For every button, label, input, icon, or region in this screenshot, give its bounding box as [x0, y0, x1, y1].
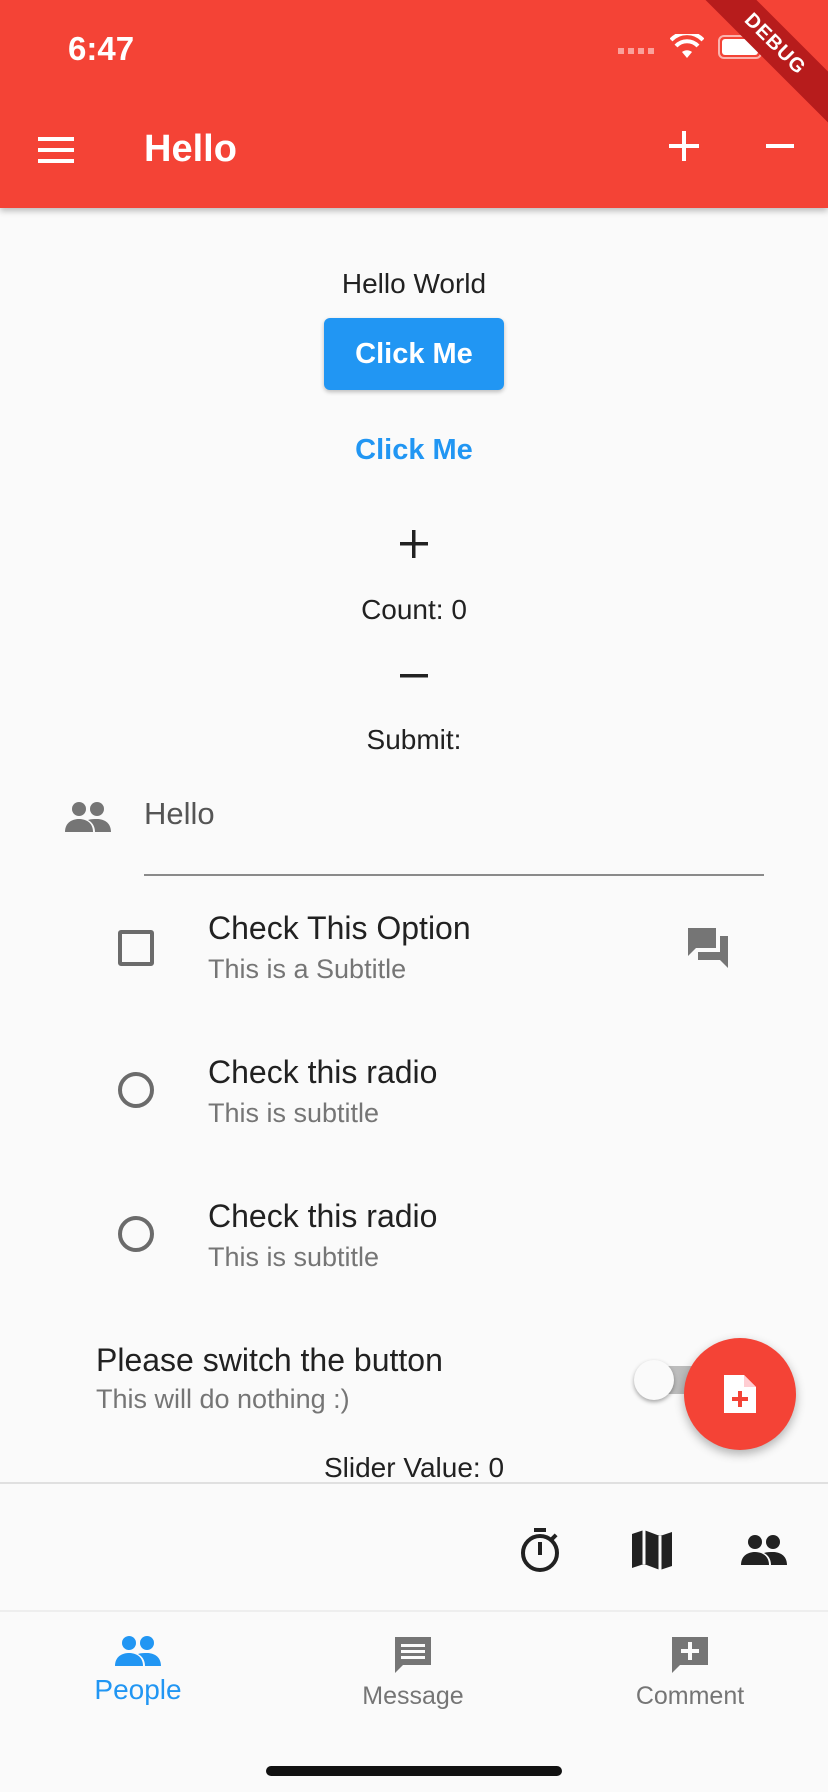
- people-icon: [65, 802, 111, 832]
- bottom-nav-people[interactable]: People: [38, 1620, 238, 1730]
- switch-thumb[interactable]: [634, 1360, 674, 1400]
- add-icon[interactable]: [664, 126, 704, 166]
- slider-value-text: Slider Value: 0: [323, 1452, 505, 1483]
- app-bar-title: Hello: [144, 128, 237, 170]
- status-time: 6:47: [68, 30, 135, 67]
- note-add-fab-button[interactable]: [684, 1338, 796, 1450]
- click-me-flat-button[interactable]: Click Me: [324, 420, 504, 480]
- checkbox-subtitle: This is a Subtitle: [208, 954, 407, 984]
- increment-plus-icon[interactable]: [394, 524, 434, 564]
- radio-button-1[interactable]: [118, 1072, 154, 1108]
- bottom-nav-label-message: Message: [362, 1682, 464, 1710]
- message-icon: [395, 1637, 431, 1673]
- switch-title: Please switch the button: [96, 1342, 443, 1378]
- add-comment-icon: [672, 1637, 708, 1673]
- people-icon: [115, 1636, 161, 1666]
- bottom-area: People Message Comment: [0, 1482, 828, 1792]
- app-bar: 6:47 DEBUG Hello: [0, 0, 828, 208]
- text-field-underline: [144, 874, 764, 876]
- wifi-icon: [670, 34, 704, 58]
- radio-subtitle-1: This is subtitle: [208, 1098, 380, 1128]
- bottom-nav-label-people: People: [94, 1674, 182, 1705]
- switch-subtitle: This will do nothing :): [96, 1384, 350, 1414]
- menu-icon[interactable]: [36, 134, 76, 166]
- bottom-nav-message[interactable]: Message: [313, 1620, 513, 1730]
- radio-button-2[interactable]: [118, 1216, 154, 1252]
- note-add-icon: [724, 1375, 756, 1413]
- bottom-nav-divider: [0, 1610, 828, 1612]
- timer-icon[interactable]: [516, 1526, 564, 1574]
- checkbox[interactable]: [118, 930, 154, 966]
- bottom-nav-comment[interactable]: Comment: [590, 1620, 790, 1730]
- bottom-nav-label-comment: Comment: [635, 1682, 745, 1710]
- hello-world-text: Hello World: [341, 268, 487, 299]
- forum-icon: [688, 928, 728, 968]
- checkbox-title: Check This Option: [208, 910, 471, 946]
- home-indicator: [266, 1766, 562, 1776]
- radio-title-1: Check this radio: [208, 1054, 438, 1090]
- decrement-minus-icon[interactable]: [394, 656, 434, 696]
- radio-title-2: Check this radio: [208, 1198, 438, 1234]
- count-text: Count: 0: [361, 594, 467, 625]
- submit-label: Submit:: [366, 724, 462, 755]
- text-field-input[interactable]: Hello: [144, 796, 215, 832]
- map-icon[interactable]: [628, 1526, 676, 1574]
- people-icon[interactable]: [740, 1526, 788, 1574]
- remove-icon[interactable]: [760, 126, 800, 166]
- signal-icon: [618, 48, 654, 54]
- click-me-raised-button[interactable]: Click Me: [324, 318, 504, 390]
- radio-subtitle-2: This is subtitle: [208, 1242, 380, 1272]
